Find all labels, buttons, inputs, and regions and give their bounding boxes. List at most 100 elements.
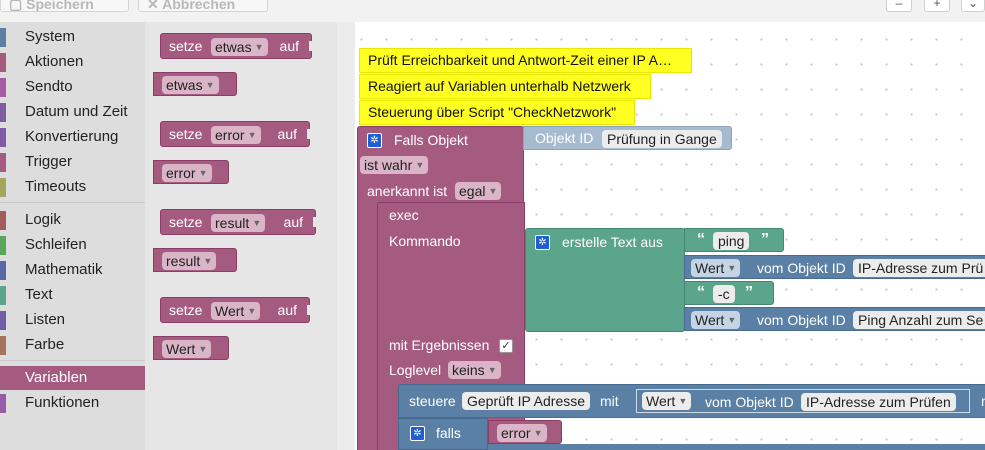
variable-dropdown[interactable]: result ▼	[162, 252, 217, 270]
to-label: auf	[283, 214, 303, 230]
get-variable-block[interactable]: error ▼	[153, 160, 229, 184]
text-literal-field[interactable]: ping	[713, 232, 750, 250]
category-schleifen[interactable]: Schleifen	[0, 233, 145, 257]
category-label: Text	[25, 286, 53, 303]
object-id-field[interactable]: IP-Adresse zum Prüfen	[801, 393, 956, 411]
variable-getter-block[interactable]: error ▼	[488, 420, 562, 444]
if-block[interactable]: ✲ falls	[398, 418, 488, 450]
object-id-block[interactable]: Objekt ID Prüfung in Gange	[523, 126, 732, 150]
loglevel-dropdown[interactable]: keins ▼	[448, 361, 501, 379]
category-color-swatch	[0, 103, 6, 122]
ack-dropdown[interactable]: egal ▼	[455, 182, 502, 200]
open-quote-icon: “	[697, 231, 705, 248]
category-mathematik[interactable]: Mathematik	[0, 258, 145, 282]
set-variable-block[interactable]: setze Wert ▼ auf	[160, 297, 310, 323]
variable-dropdown[interactable]: error ▼	[211, 126, 261, 144]
value-dropdown[interactable]: Wert ▼	[691, 311, 741, 329]
settings-gear-icon[interactable]: ✲	[367, 133, 382, 148]
more-button[interactable]: ⌄	[961, 0, 985, 12]
category-system[interactable]: System	[0, 25, 145, 49]
to-label: auf	[279, 38, 299, 54]
text-literal-block[interactable]: “ -c ”	[684, 281, 774, 305]
control-with-label: mit	[600, 393, 619, 409]
category-label: Datum und Zeit	[25, 103, 128, 120]
variable-dropdown[interactable]: Wert ▼	[211, 302, 261, 320]
text-literal-field[interactable]: -c	[713, 285, 735, 303]
condition-dropdown[interactable]: ist wahr ▼	[360, 156, 429, 174]
object-id-field[interactable]: IP-Adresse zum Prü	[853, 259, 985, 277]
category-variablen[interactable]: Variablen	[0, 366, 145, 390]
create-text-block[interactable]: ✲ erstelle Text aus	[525, 228, 685, 332]
chevron-down-icon: ▼	[415, 160, 425, 170]
category-label: Sendto	[25, 78, 73, 95]
minus-button[interactable]: –	[886, 0, 912, 12]
value-of-object-block[interactable]: Wert ▼ vom Objekt ID Ping Anzahl zum Se	[684, 307, 985, 331]
comment-text: Prüft Erreichbarkeit und Antwort-Zeit ei…	[368, 52, 672, 68]
object-id-field[interactable]: Ping Anzahl zum Se	[853, 311, 985, 329]
text-literal-block[interactable]: “ ping ”	[684, 228, 784, 252]
results-checkbox[interactable]: ✓	[499, 339, 513, 353]
to-label: auf	[277, 126, 297, 142]
settings-gear-icon[interactable]: ✲	[410, 426, 425, 441]
category-datum-und-zeit[interactable]: Datum und Zeit	[0, 100, 145, 124]
control-block[interactable]: steuere Geprüft IP Adresse mit Wert ▼ vom…	[398, 384, 985, 418]
variable-dropdown[interactable]: Wert ▼	[162, 340, 212, 358]
category-funktionen[interactable]: Funktionen	[0, 391, 145, 415]
save-button[interactable]: ▢ Speichern	[0, 0, 129, 12]
category-color-swatch	[0, 153, 6, 172]
open-quote-icon: “	[697, 284, 705, 301]
comment-block[interactable]: Reagiert auf Variablen unterhalb Netzwer…	[360, 75, 650, 98]
value-dropdown[interactable]: Wert ▼	[691, 259, 741, 277]
category-text[interactable]: Text	[0, 283, 145, 307]
if-block-input-strip	[488, 444, 985, 450]
category-label: System	[25, 28, 76, 45]
cancel-button[interactable]: ✕ Abbrechen	[138, 0, 268, 12]
category-trigger[interactable]: Trigger	[0, 150, 145, 174]
get-variable-block[interactable]: result ▼	[153, 248, 237, 272]
category-listen[interactable]: Listen	[0, 308, 145, 332]
set-label: setze	[169, 302, 203, 318]
comment-block[interactable]: Steuerung über Script "CheckNetzwork"	[360, 101, 634, 124]
get-variable-block[interactable]: etwas ▼	[153, 72, 237, 96]
exec-label: exec	[389, 207, 419, 223]
value-of-object-block[interactable]: Wert ▼ vom Objekt ID IP-Adresse zum Prüfe…	[636, 389, 970, 413]
category-farbe[interactable]: Farbe	[0, 333, 145, 357]
category-aktionen[interactable]: Aktionen	[0, 50, 145, 74]
value-of-object-block[interactable]: Wert ▼ vom Objekt ID IP-Adresse zum Prü	[684, 255, 985, 279]
plus-button[interactable]: +	[924, 0, 950, 12]
category-logik[interactable]: Logik	[0, 208, 145, 232]
variable-dropdown[interactable]: error ▼	[162, 164, 212, 182]
set-label: setze	[169, 126, 203, 142]
get-variable-block[interactable]: Wert ▼	[153, 336, 229, 360]
value-dropdown[interactable]: Wert ▼	[642, 392, 692, 410]
category-label: Listen	[25, 311, 66, 328]
blockly-workspace[interactable]: Prüft Erreichbarkeit und Antwort-Zeit ei…	[337, 22, 985, 450]
set-variable-block[interactable]: setze result ▼ auf	[160, 209, 316, 235]
category-timeouts[interactable]: Timeouts	[0, 175, 145, 199]
category-konvertierung[interactable]: Konvertierung	[0, 125, 145, 149]
variable-dropdown[interactable]: etwas ▼	[162, 76, 219, 94]
category-label: Variablen	[25, 369, 88, 386]
variable-dropdown[interactable]: etwas ▼	[211, 38, 268, 56]
category-label: Farbe	[25, 336, 65, 353]
set-variable-block[interactable]: setze etwas ▼ auf	[160, 33, 312, 59]
comment-block[interactable]: Prüft Erreichbarkeit und Antwort-Zeit ei…	[360, 49, 691, 72]
category-color-swatch	[0, 28, 6, 47]
value-mid-label: vom Objekt ID	[757, 312, 846, 328]
top-toolbar: ▢ Speichern ✕ Abbrechen – + ⌄	[0, 0, 985, 22]
control-target-field[interactable]: Geprüft IP Adresse	[462, 392, 591, 410]
chevron-down-icon: ▼	[727, 263, 737, 273]
chevron-down-icon: ▼	[205, 80, 215, 90]
category-color-swatch	[0, 236, 6, 255]
category-color-swatch	[0, 394, 6, 413]
category-sendto[interactable]: Sendto	[0, 75, 145, 99]
object-id-field[interactable]: Prüfung in Gange	[602, 130, 722, 148]
settings-gear-icon[interactable]: ✲	[535, 235, 550, 250]
set-variable-block[interactable]: setze error ▼ auf	[160, 121, 310, 147]
category-color-swatch	[0, 336, 6, 355]
if-label: falls	[436, 425, 461, 441]
control-trailing-label: n	[981, 393, 985, 409]
variable-dropdown[interactable]: error ▼	[497, 424, 547, 442]
variable-dropdown[interactable]: result ▼	[211, 214, 266, 232]
close-icon: ✕	[147, 0, 163, 12]
